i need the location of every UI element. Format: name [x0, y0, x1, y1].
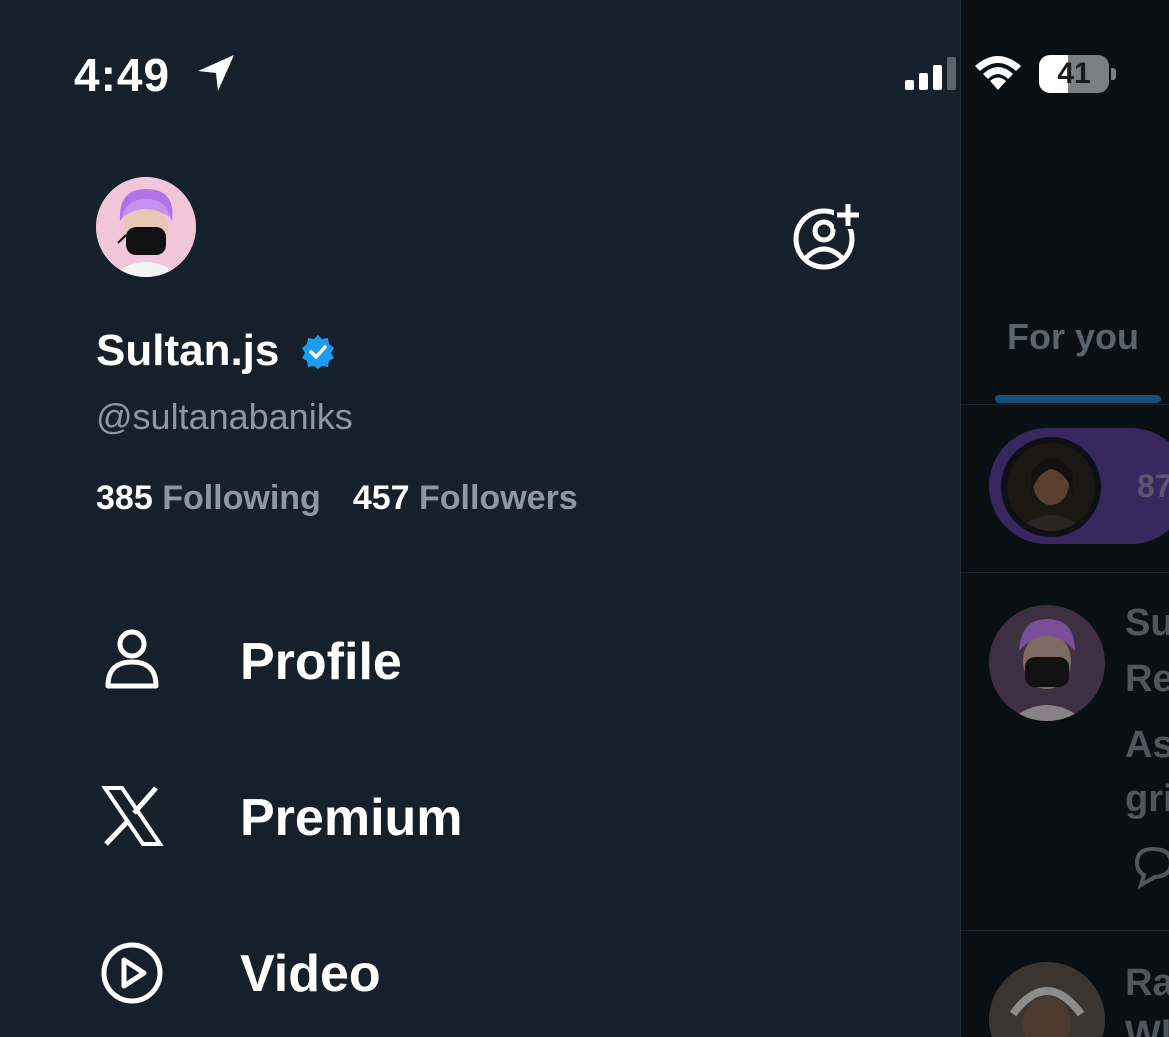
- post-author-name[interactable]: Su: [1125, 602, 1169, 645]
- person-icon: [105, 629, 159, 689]
- spaces-host-avatar: [1001, 437, 1101, 537]
- menu-item-premium[interactable]: Premium: [96, 768, 856, 868]
- followers-label: Followers: [419, 479, 578, 517]
- menu-item-label: Video: [240, 945, 381, 1003]
- location-arrow-icon: [198, 55, 234, 91]
- follow-stats: 385 Following 457 Followers: [96, 479, 578, 518]
- post-avatar[interactable]: [989, 605, 1105, 721]
- display-name[interactable]: Sultan.js: [96, 326, 279, 376]
- post-author-sub: Wl: [1125, 1014, 1169, 1037]
- tab-for-you[interactable]: For you: [1007, 316, 1139, 358]
- battery-indicator: 41: [1039, 55, 1109, 93]
- timeline-overlay[interactable]: For you 87 Su Re As gri Ra Wl: [960, 0, 1169, 1037]
- menu-item-video[interactable]: Video: [96, 924, 856, 1024]
- divider: [961, 404, 1169, 405]
- post-text-line: As: [1125, 724, 1169, 766]
- verified-badge-icon[interactable]: [300, 334, 336, 370]
- following-label: Following: [162, 479, 321, 517]
- followers-link[interactable]: 457 Followers: [353, 479, 578, 517]
- tab-indicator: [995, 395, 1161, 403]
- avatar[interactable]: [96, 177, 196, 277]
- status-time: 4:49: [74, 49, 171, 101]
- post-text-line: gri: [1125, 778, 1169, 820]
- following-link[interactable]: 385 Following: [96, 479, 321, 517]
- divider: [961, 572, 1169, 573]
- reply-icon[interactable]: [1129, 843, 1169, 889]
- wifi-icon: [975, 56, 1021, 90]
- divider: [961, 930, 1169, 931]
- followers-count: 457: [352, 479, 410, 517]
- battery-cap: [1111, 68, 1116, 80]
- add-account-icon[interactable]: [792, 201, 864, 271]
- battery-percent: 41: [1057, 57, 1091, 90]
- play-circle-icon: [101, 942, 163, 1004]
- spaces-listener-count: 87: [1137, 468, 1169, 504]
- post-author-sub: Re: [1125, 658, 1169, 700]
- post-avatar[interactable]: [989, 962, 1105, 1037]
- cellular-signal-icon: [905, 57, 956, 90]
- menu-item-label: Premium: [240, 789, 463, 847]
- user-handle: @sultanabaniks: [96, 396, 353, 437]
- following-count: 385: [96, 479, 153, 517]
- post-author-name[interactable]: Ra: [1125, 962, 1169, 1005]
- menu-item-profile[interactable]: Profile: [96, 612, 856, 712]
- x-logo-icon: [101, 786, 164, 846]
- menu-item-label: Profile: [240, 633, 402, 691]
